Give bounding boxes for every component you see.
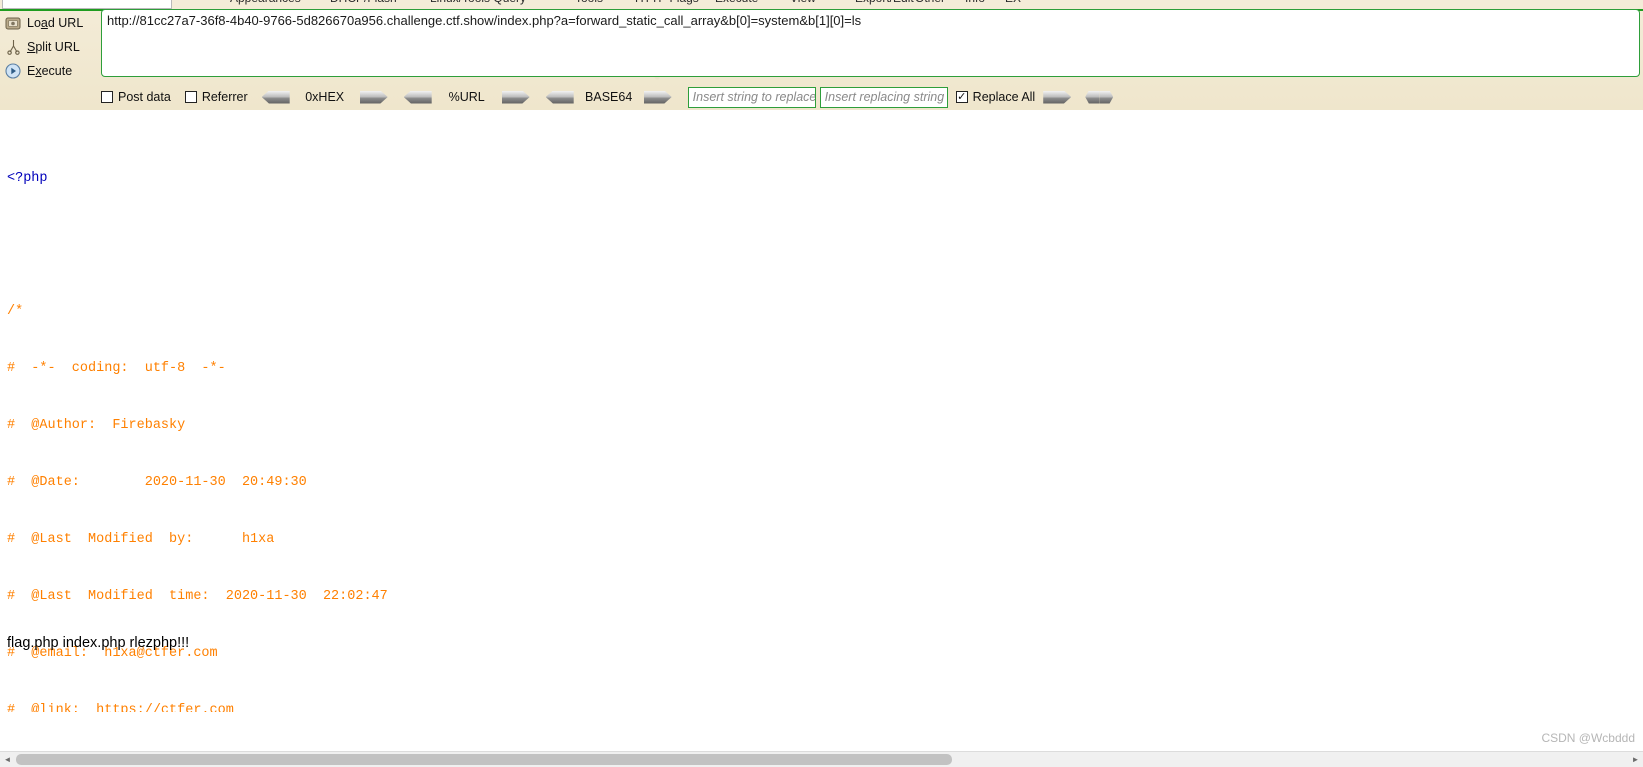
menu-item-8[interactable]: Other [915, 0, 945, 5]
scroll-right-button[interactable]: ► [1628, 752, 1643, 767]
hackbar-action-list: Load URL Split URL Execute [0, 11, 96, 85]
execute-label: Execute [27, 64, 73, 78]
scroll-left-button[interactable]: ◄ [0, 752, 15, 767]
hex-encoder-group: 0xHEX [261, 90, 388, 104]
hackbar-panel: Appearances DHCP/Flash Linux/Tools Query… [0, 0, 1643, 110]
command-output-text: flag.php index.php rlezphp!!! [7, 635, 190, 651]
referrer-label: Referrer [201, 90, 248, 104]
browser-menu-strip: Appearances DHCP/Flash Linux/Tools Query… [0, 0, 1643, 9]
referrer-checkbox[interactable]: Referrer [184, 90, 248, 104]
code-line-comment-0: /* [7, 304, 24, 319]
code-line-open-tag: <?php [7, 171, 48, 186]
csdn-watermark: CSDN @Wcbddd [1541, 731, 1635, 745]
hex-encoder-label: 0xHEX [305, 90, 345, 104]
replace-undo-left-arrow-icon[interactable] [1085, 90, 1100, 104]
base64-encoder-group: BASE64 [545, 90, 672, 104]
php-source-listing: <?php /* # -*- coding: utf-8 -*- # @Auth… [0, 112, 1643, 712]
hex-encode-arrow-icon[interactable] [359, 90, 388, 104]
code-line-comment-5: # @Last Modified time: 2020-11-30 22:02:… [7, 589, 388, 604]
browser-address-bar[interactable] [2, 0, 172, 9]
menu-item-4[interactable]: HTTP Flags [635, 0, 699, 5]
menu-item-5[interactable]: Execute [715, 0, 758, 5]
menu-item-0[interactable]: Appearances [230, 0, 301, 5]
hex-decode-arrow-icon[interactable] [261, 90, 290, 104]
load-url-button[interactable]: Load URL [0, 11, 96, 35]
menu-item-1[interactable]: DHCP/Flash [330, 0, 397, 5]
url-encode-arrow-icon[interactable] [501, 90, 530, 104]
post-data-checkbox[interactable]: Post data [101, 90, 171, 104]
menu-item-9[interactable]: Info [965, 0, 985, 5]
scrollbar-thumb[interactable] [16, 754, 952, 765]
code-line-comment-1: # -*- coding: utf-8 -*- [7, 361, 226, 376]
replace-find-input[interactable]: Insert string to replace [687, 86, 816, 108]
base64-encode-arrow-icon[interactable] [643, 90, 672, 104]
url-input[interactable]: http://81cc27a7-36f8-4b40-9766-5d826670a… [101, 9, 1640, 77]
split-url-icon [3, 37, 23, 57]
load-url-icon [3, 13, 23, 33]
code-line-comment-6: # @email: h1xa@ctfer.com [7, 646, 218, 661]
hackbar-options-row: Post data Referrer 0xHEX %URL BASE64 Ins… [101, 85, 1114, 109]
code-line-comment-4: # @Last Modified by: h1xa [7, 532, 275, 547]
code-line-comment-7: # @link: https://ctfer.com [7, 703, 234, 712]
replace-all-label: Replace All [972, 90, 1036, 104]
code-line-comment-2: # @Author: Firebasky [7, 418, 186, 433]
replace-all-checkbox-box[interactable]: ✓ [955, 91, 968, 103]
post-data-label: Post data [118, 90, 171, 104]
split-url-button[interactable]: Split URL [0, 35, 96, 59]
execute-button[interactable]: Execute [0, 59, 96, 83]
replace-undo-right-arrow-icon[interactable] [1099, 90, 1114, 104]
menu-item-6[interactable]: View [790, 0, 816, 5]
menu-item-7[interactable]: Export/Edit [855, 0, 914, 5]
menu-item-3[interactable]: Tools [575, 0, 603, 5]
replace-with-input[interactable]: Insert replacing string [819, 86, 948, 108]
replace-apply-arrow-icon[interactable] [1043, 90, 1072, 104]
split-url-label: Split URL [27, 40, 80, 54]
load-url-label: Load URL [27, 16, 84, 30]
horizontal-scrollbar[interactable]: ◄ ► [0, 751, 1643, 767]
url-decode-arrow-icon[interactable] [403, 90, 432, 104]
url-encoder-label: %URL [448, 90, 485, 104]
referrer-checkbox-box[interactable] [184, 91, 197, 103]
base64-decode-arrow-icon[interactable] [545, 90, 574, 104]
url-encoder-group: %URL [403, 90, 530, 104]
code-line-comment-3: # @Date: 2020-11-30 20:49:30 [7, 475, 307, 490]
replace-all-checkbox[interactable]: ✓ Replace All [955, 90, 1036, 104]
menu-item-10[interactable]: EX [1005, 0, 1021, 5]
execute-icon [3, 61, 23, 81]
post-data-checkbox-box[interactable] [101, 91, 113, 103]
menu-item-2[interactable]: Linux/Tools Query [430, 0, 526, 5]
base64-encoder-label: BASE64 [585, 90, 633, 104]
